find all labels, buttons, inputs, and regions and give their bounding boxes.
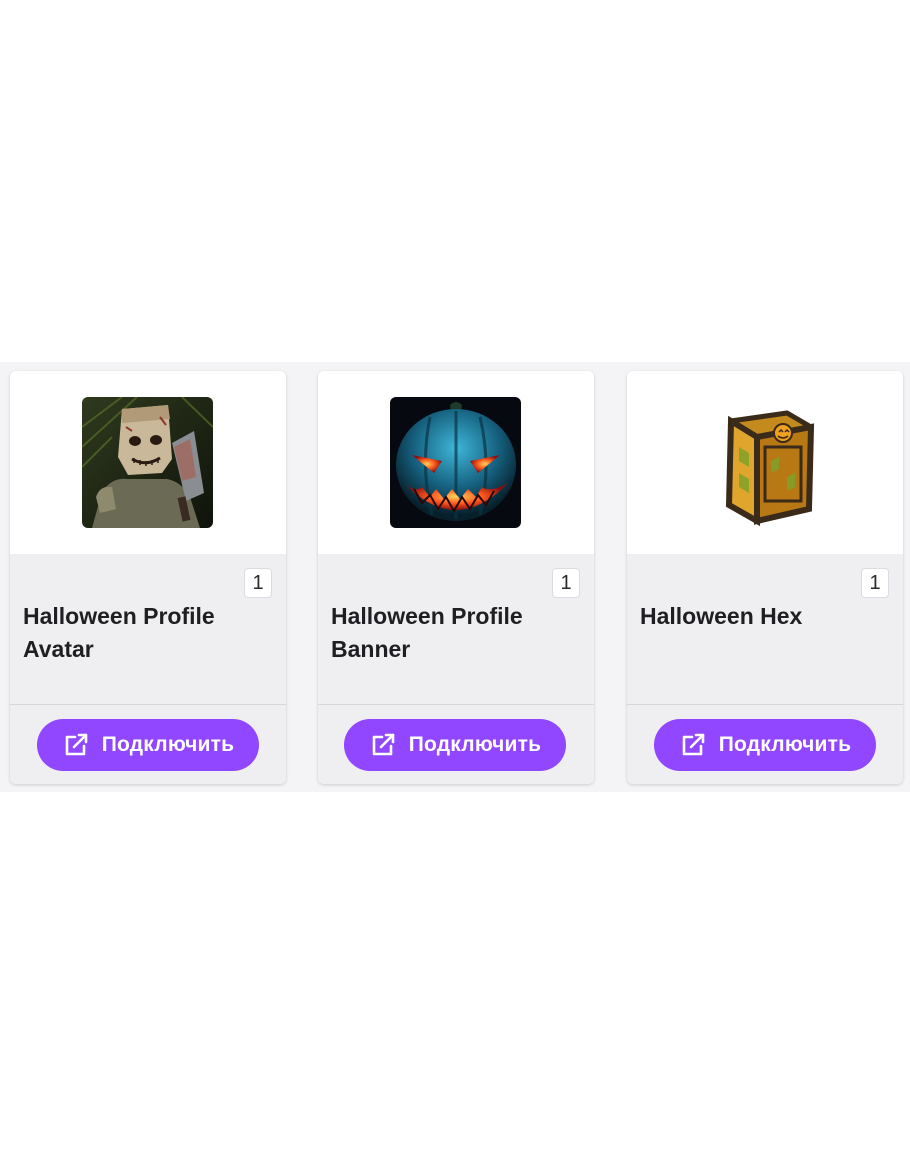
connect-button[interactable]: Подключить [654, 719, 876, 771]
card-image-area [318, 371, 594, 554]
card-divider [627, 704, 903, 705]
card-divider [10, 704, 286, 705]
scarecrow-avatar-icon [82, 397, 213, 528]
reward-card-halloween-profile-avatar: 1 Halloween Profile Avatar Подключить [10, 371, 286, 784]
jack-o-lantern-banner-icon [390, 397, 521, 528]
connect-button-label: Подключить [718, 733, 852, 756]
connect-button[interactable]: Подключить [37, 719, 259, 771]
external-link-icon [369, 731, 397, 759]
connect-button-label: Подключить [101, 733, 235, 756]
reward-card-halloween-hex: 1 Halloween Hex Подключить [627, 371, 903, 784]
card-title: Halloween Profile Banner [331, 603, 523, 662]
item-count-badge: 1 [861, 568, 889, 598]
reward-card-halloween-profile-banner: 1 Halloween Profile Banner Подключить [318, 371, 594, 784]
card-divider [318, 704, 594, 705]
card-title: Halloween Hex [640, 603, 803, 629]
item-count-badge: 1 [244, 568, 272, 598]
external-link-icon [679, 731, 707, 759]
connect-button-label: Подключить [408, 733, 542, 756]
item-count-badge: 1 [552, 568, 580, 598]
card-title: Halloween Profile Avatar [23, 603, 215, 662]
card-image-area [10, 371, 286, 554]
pumpkin-crate-icon [699, 397, 830, 528]
card-image-area [627, 371, 903, 554]
external-link-icon [62, 731, 90, 759]
connect-button[interactable]: Подключить [344, 719, 566, 771]
